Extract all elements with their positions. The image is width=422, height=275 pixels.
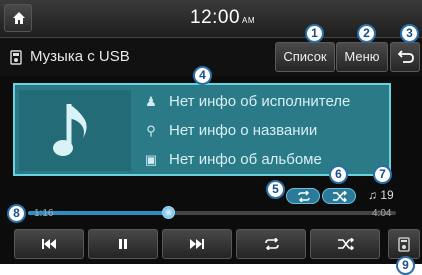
track-info-panel[interactable]: ♟ Нет инфо об исполнителе ⚲ Нет инфо о наз… <box>13 83 391 176</box>
list-button[interactable]: Список <box>275 42 335 72</box>
playback-controls <box>0 226 422 264</box>
callout-7: 7 <box>373 165 392 184</box>
callout-5: 5 <box>266 180 285 199</box>
repeat-icon <box>265 238 279 250</box>
album-art <box>19 90 131 171</box>
callout-2: 2 <box>357 24 376 43</box>
clock: 12:00 AM <box>190 7 255 29</box>
callout-9: 9 <box>396 256 415 275</box>
source-title: Музыка с USB <box>30 48 130 65</box>
shuffle-status-badge <box>322 188 356 204</box>
artist-row: ♟ Нет инфо об исполнителе <box>143 93 383 115</box>
home-icon <box>13 12 25 24</box>
back-icon <box>397 50 414 63</box>
repeat-status-badge <box>286 188 320 204</box>
pause-button[interactable] <box>88 229 158 259</box>
callout-8: 8 <box>7 204 26 223</box>
next-icon <box>190 239 204 249</box>
elapsed-time: 1:16 <box>34 208 54 219</box>
next-button[interactable] <box>162 229 232 259</box>
shuffle-icon <box>333 191 347 202</box>
clock-time: 12:00 <box>190 7 241 28</box>
callout-6: 6 <box>329 165 348 184</box>
album-text: Нет инфо об альбоме <box>169 151 322 168</box>
track-number-value: 19 <box>380 188 394 202</box>
title-row: ⚲ Нет инфо о названии <box>143 122 383 144</box>
callout-4: 4 <box>193 66 212 85</box>
home-button[interactable] <box>4 4 32 32</box>
total-time: 4:04 <box>372 208 392 219</box>
shuffle-button[interactable] <box>310 229 380 259</box>
callout-1: 1 <box>305 24 324 43</box>
usb-music-icon <box>10 50 22 65</box>
artist-icon: ♟ <box>145 94 157 109</box>
music-note-icon <box>53 104 87 156</box>
back-button[interactable] <box>390 42 420 72</box>
progress-bar[interactable] <box>28 206 396 220</box>
callout-3: 3 <box>400 24 419 43</box>
album-icon: ▣ <box>144 152 158 167</box>
title-icon: ⚲ <box>146 123 156 138</box>
previous-icon <box>42 239 56 249</box>
progress-knob[interactable] <box>161 206 175 219</box>
repeat-button[interactable] <box>236 229 306 259</box>
repeat-icon <box>298 191 310 202</box>
previous-button[interactable] <box>14 229 84 259</box>
clock-ampm: AM <box>242 16 256 25</box>
title-text: Нет инфо о названии <box>169 122 318 139</box>
shuffle-icon <box>338 238 355 250</box>
artist-text: Нет инфо об исполнителе <box>169 93 351 110</box>
menu-button[interactable]: Меню <box>336 42 388 72</box>
pause-icon <box>119 239 127 249</box>
track-number: ♫ 19 <box>368 188 394 202</box>
sound-settings-button[interactable] <box>388 229 420 259</box>
sound-settings-icon <box>398 237 410 252</box>
